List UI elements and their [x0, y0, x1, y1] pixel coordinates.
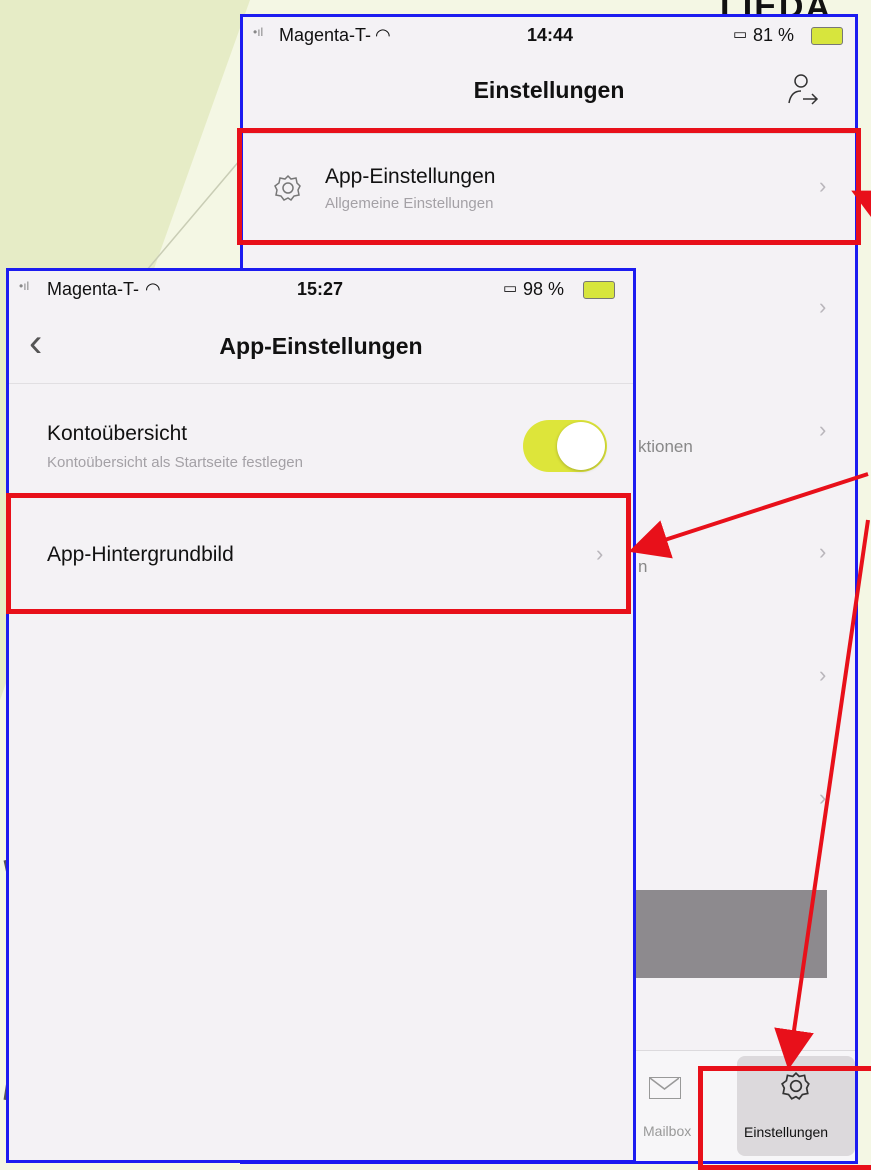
arrow-annotations: [628, 190, 871, 1070]
